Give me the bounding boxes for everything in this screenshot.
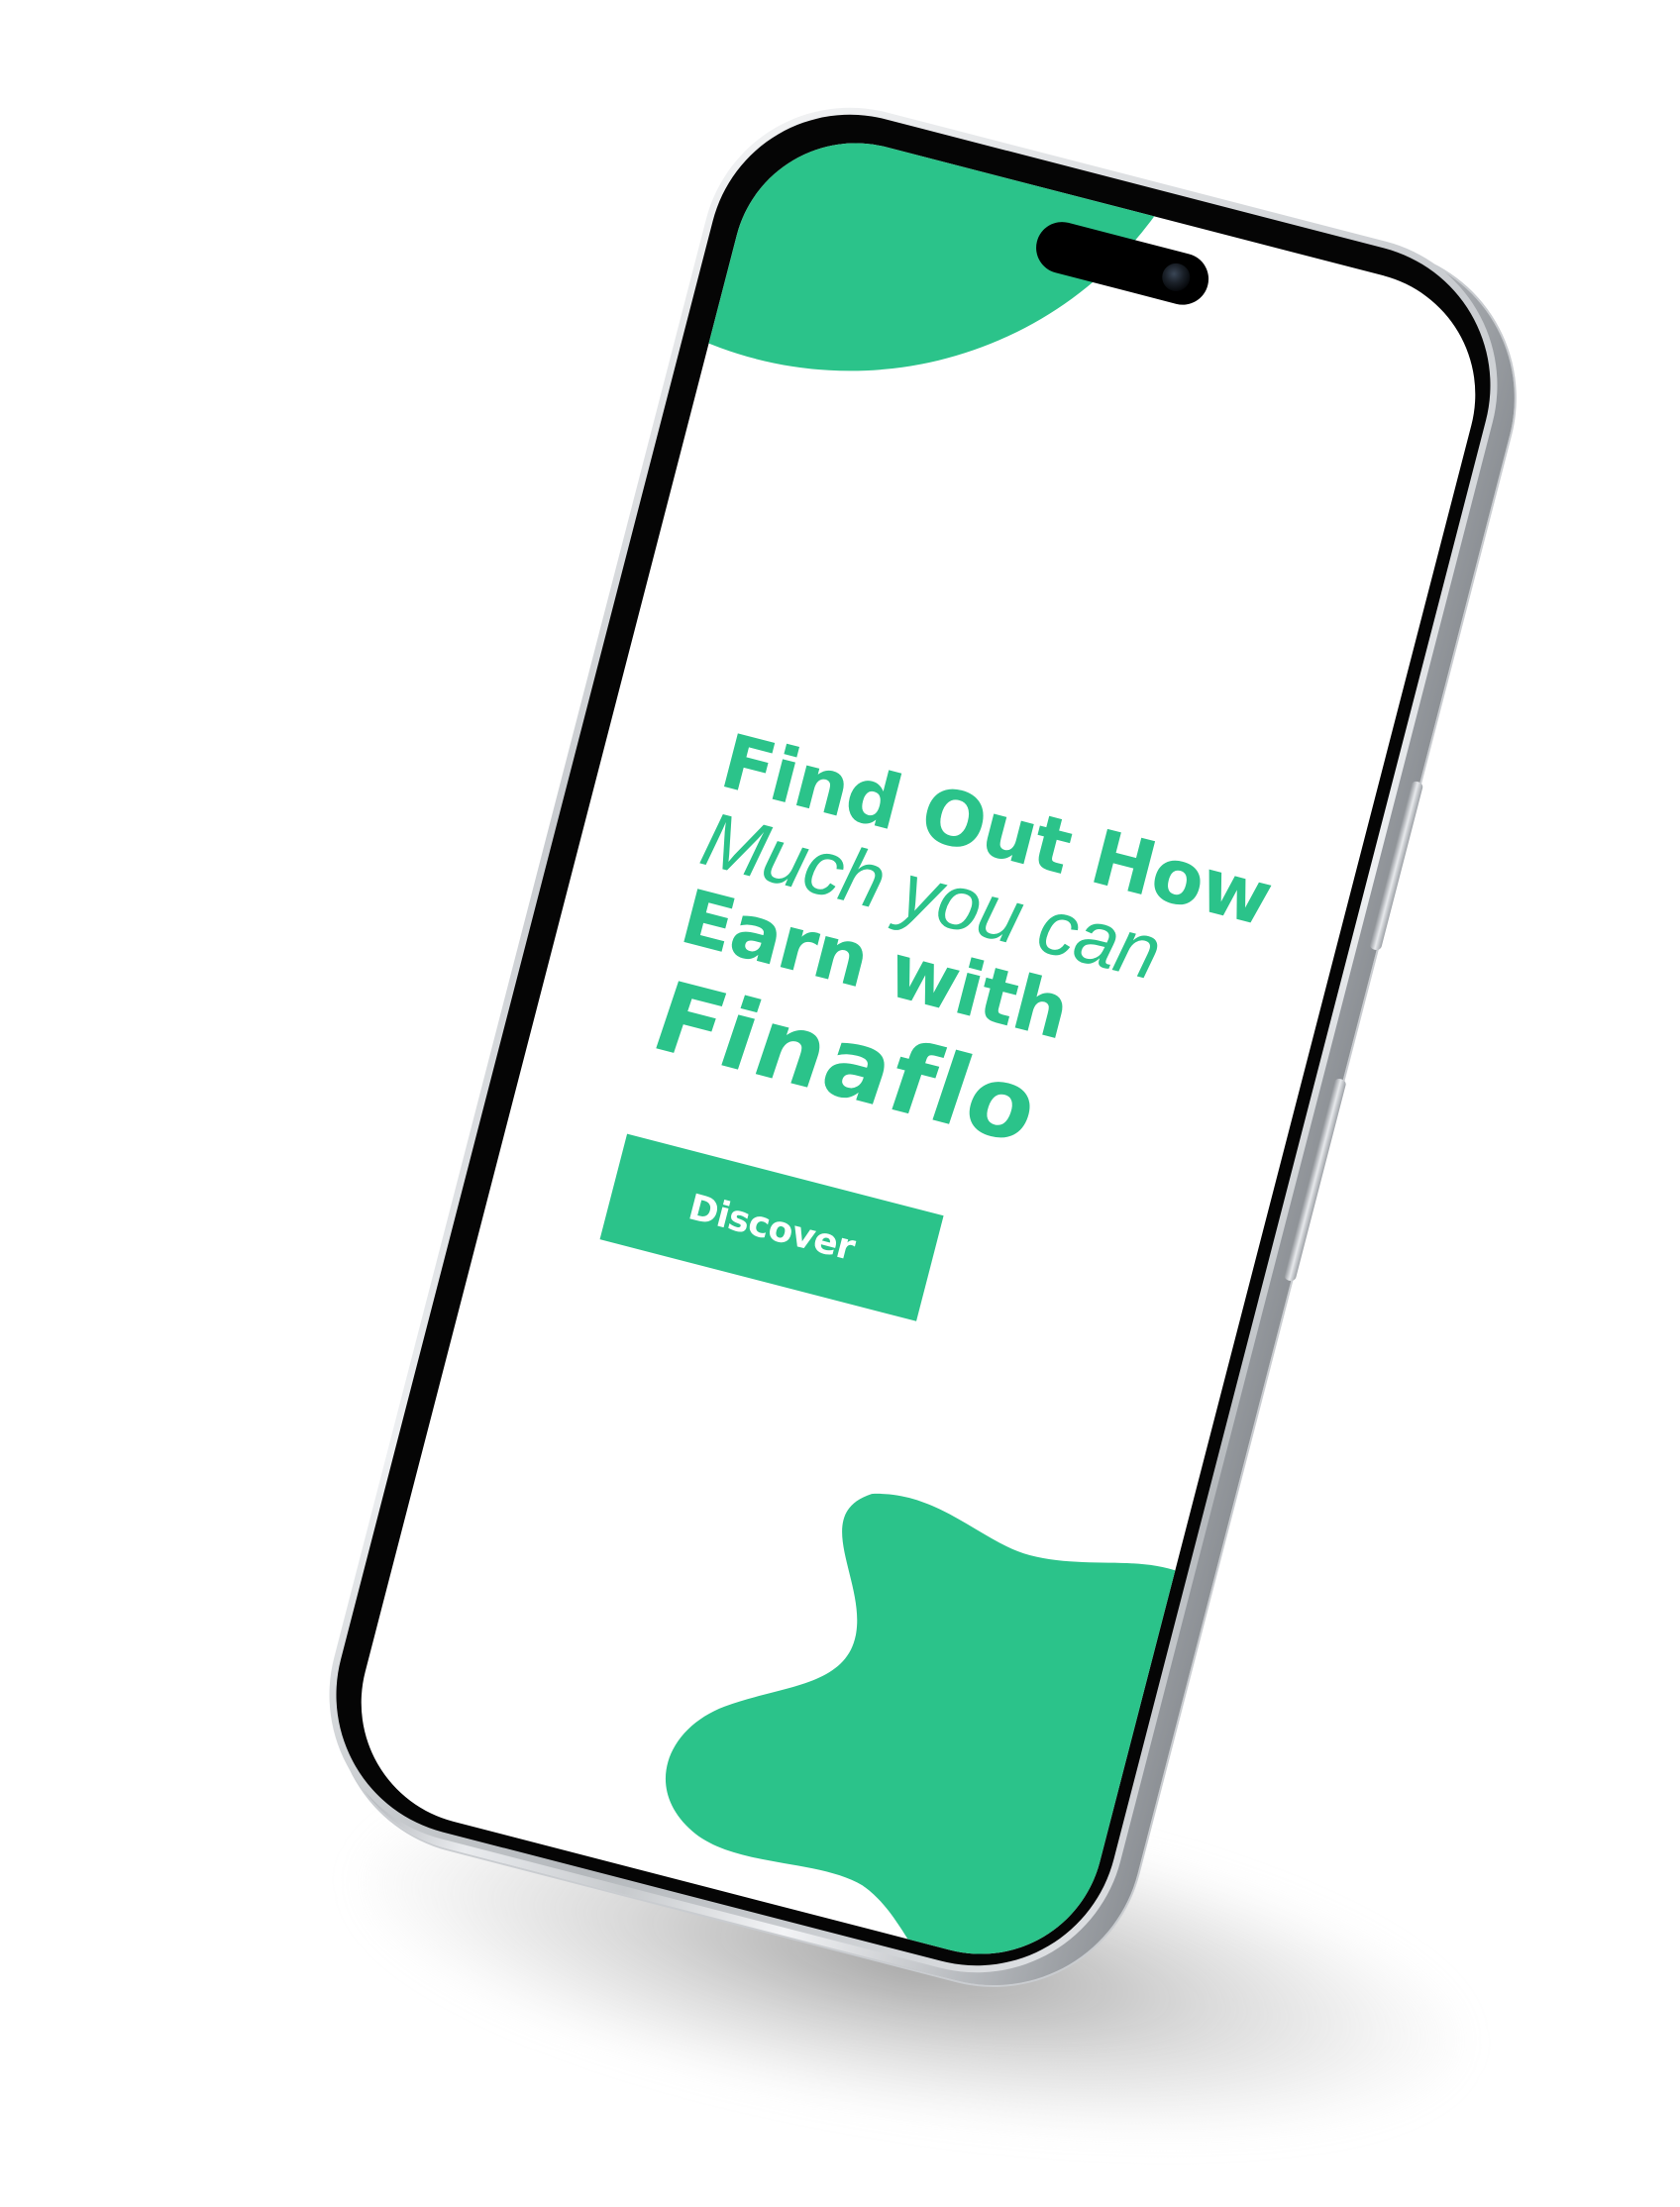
phone-mockup: Find Out How Much you can Earn with Fina…: [296, 75, 1547, 2018]
phone-screen: Find Out How Much you can Earn with Fina…: [334, 116, 1503, 1981]
front-camera-icon: [1159, 260, 1194, 294]
discover-button[interactable]: Discover: [599, 1133, 944, 1321]
hero-headline: Find Out How Much you can Earn with Fina…: [640, 717, 1328, 1218]
mockup-stage: Find Out How Much you can Earn with Fina…: [0, 0, 1680, 2207]
